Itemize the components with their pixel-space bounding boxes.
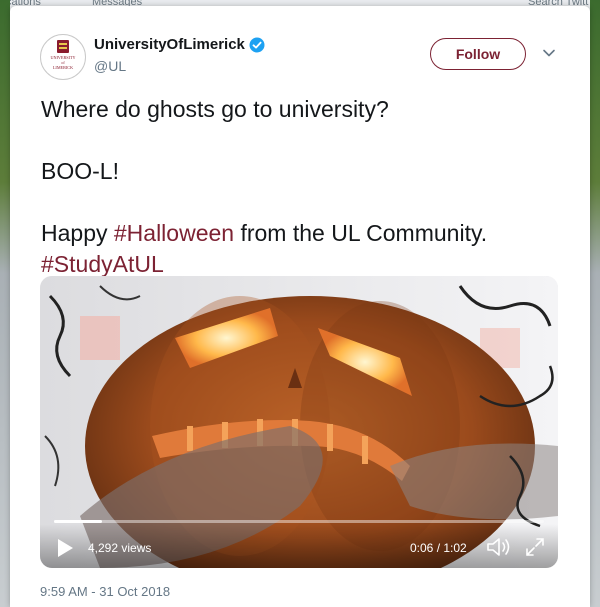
video-progress-bar[interactable] bbox=[54, 520, 544, 523]
university-crest-icon: UNIVERSITY of LIMERICK bbox=[50, 40, 76, 70]
tweet-line-2: BOO-L! bbox=[41, 158, 119, 184]
author-name-row[interactable]: UniversityOfLimerick bbox=[94, 36, 265, 53]
display-name[interactable]: UniversityOfLimerick bbox=[94, 36, 245, 53]
play-icon[interactable] bbox=[56, 538, 74, 558]
tweet-timestamp[interactable]: 9:59 AM - 31 Oct 2018 bbox=[40, 584, 170, 599]
verified-badge-icon bbox=[249, 37, 265, 52]
tweet-line-3: Happy #Halloween from the UL Community. bbox=[41, 218, 561, 249]
tweet-line-1: Where do ghosts go to university? bbox=[41, 96, 389, 122]
tweet-line-3-suffix: from the UL Community. bbox=[234, 220, 488, 246]
avatar-line3: LIMERICK bbox=[53, 65, 73, 70]
author-handle[interactable]: @UL bbox=[94, 58, 126, 74]
volume-icon[interactable] bbox=[486, 536, 512, 558]
fullscreen-icon[interactable] bbox=[524, 536, 546, 558]
tweet-line-3-prefix: Happy bbox=[41, 220, 114, 246]
tweet-text: Where do ghosts go to university? BOO-L!… bbox=[41, 94, 561, 280]
video-player[interactable]: 4,292 views 0:06 / 1:02 bbox=[40, 276, 558, 568]
video-time: 0:06 / 1:02 bbox=[410, 541, 467, 555]
background-right-edge bbox=[590, 0, 600, 607]
video-progress-fill bbox=[54, 520, 102, 523]
follow-button[interactable]: Follow bbox=[430, 38, 526, 70]
hashtag-halloween[interactable]: #Halloween bbox=[114, 220, 234, 246]
background-left-edge bbox=[0, 0, 10, 607]
chevron-down-icon[interactable] bbox=[542, 46, 556, 60]
tweet-card: UNIVERSITY of LIMERICK UniversityOfLimer… bbox=[10, 6, 590, 607]
avatar[interactable]: UNIVERSITY of LIMERICK bbox=[40, 34, 86, 80]
view-count: 4,292 views bbox=[88, 541, 152, 555]
